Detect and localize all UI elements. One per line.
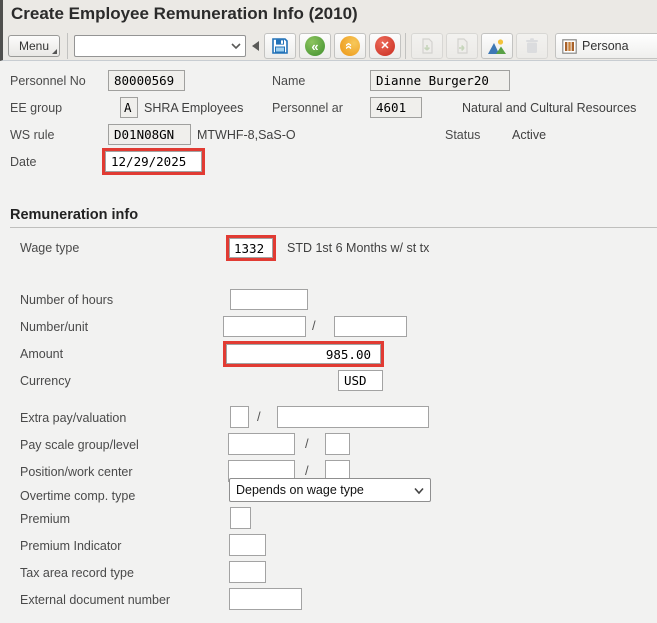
- slash-separator: /: [305, 436, 309, 451]
- cancel-icon: ✕: [375, 36, 395, 56]
- toolbar-separator: [67, 33, 68, 59]
- header-bar: Create Employee Remuneration Info (2010)…: [0, 0, 657, 61]
- save-icon: [270, 36, 290, 56]
- ee-group-description: SHRA Employees: [144, 101, 243, 115]
- back-icon: «: [305, 36, 325, 56]
- ws-rule-field[interactable]: [108, 124, 191, 145]
- next-record-icon: [453, 37, 471, 55]
- premium-indicator-field[interactable]: [229, 534, 266, 556]
- external-document-number-label: External document number: [20, 593, 170, 607]
- premium-label: Premium: [20, 512, 70, 526]
- pay-scale-group-level-label: Pay scale group/level: [20, 438, 139, 452]
- ee-group-field[interactable]: [120, 97, 138, 118]
- annotation-box-amount: [223, 341, 384, 367]
- trash-icon: [524, 37, 540, 55]
- currency-label: Currency: [20, 374, 71, 388]
- status-label: Status: [445, 128, 480, 142]
- section-divider: [10, 227, 657, 228]
- date-field[interactable]: [105, 151, 202, 172]
- copy-record-button: [411, 33, 443, 59]
- amount-field[interactable]: [226, 344, 381, 364]
- name-label: Name: [272, 74, 305, 88]
- overview-mountains-icon: [487, 38, 507, 55]
- number-unit-field-2[interactable]: [334, 316, 407, 337]
- ws-rule-description: MTWHF-8,SaS-O: [197, 128, 296, 142]
- menu-button-label: Menu: [19, 39, 49, 53]
- slash-separator: /: [305, 463, 309, 478]
- exit-button[interactable]: «: [334, 33, 366, 59]
- premium-indicator-label: Premium Indicator: [20, 539, 121, 553]
- personal-data-button-label: Persona: [582, 39, 629, 53]
- back-button[interactable]: «: [299, 33, 331, 59]
- personnel-area-description: Natural and Cultural Resources: [462, 101, 636, 115]
- extra-pay-field-2[interactable]: [277, 406, 429, 428]
- personnel-area-label: Personnel ar: [272, 101, 343, 115]
- overtime-comp-type-label: Overtime comp. type: [20, 489, 135, 503]
- external-document-number-field[interactable]: [229, 588, 302, 610]
- personal-data-button[interactable]: Persona: [555, 33, 657, 59]
- ee-group-label: EE group: [10, 101, 62, 115]
- personnel-no-label: Personnel No: [10, 74, 86, 88]
- amount-label: Amount: [20, 347, 63, 361]
- premium-field[interactable]: [230, 507, 251, 529]
- menu-button[interactable]: Menu: [8, 35, 60, 57]
- currency-field[interactable]: [338, 370, 383, 391]
- personnel-no-field[interactable]: [108, 70, 185, 91]
- delete-button: [516, 33, 548, 59]
- status-value: Active: [512, 128, 546, 142]
- wage-type-description: STD 1st 6 Months w/ st tx: [287, 241, 429, 255]
- number-unit-field-1[interactable]: [223, 316, 306, 337]
- pay-scale-field-1[interactable]: [228, 433, 295, 455]
- command-input[interactable]: [74, 35, 246, 57]
- page-title: Create Employee Remuneration Info (2010): [11, 4, 358, 24]
- personnel-area-field[interactable]: [370, 97, 422, 118]
- date-label: Date: [10, 155, 36, 169]
- overtime-comp-type-select[interactable]: Depends on wage type: [229, 478, 431, 502]
- collapse-left-icon[interactable]: [252, 41, 259, 51]
- annotation-box-date: [102, 148, 205, 175]
- position-work-center-label: Position/work center: [20, 465, 133, 479]
- slash-separator: /: [312, 318, 316, 333]
- command-field-wrap: [74, 35, 246, 57]
- extra-pay-valuation-label: Extra pay/valuation: [20, 411, 126, 425]
- wage-type-label: Wage type: [20, 241, 79, 255]
- sap-window: Create Employee Remuneration Info (2010)…: [0, 0, 657, 623]
- copy-record-icon: [418, 37, 436, 55]
- tax-area-record-type-label: Tax area record type: [20, 566, 134, 580]
- slash-separator: /: [257, 409, 261, 424]
- personal-data-icon: [562, 39, 577, 54]
- ws-rule-label: WS rule: [10, 128, 54, 142]
- save-button[interactable]: [264, 33, 296, 59]
- number-of-hours-label: Number of hours: [20, 293, 113, 307]
- toolbar-separator: [405, 33, 406, 59]
- tax-area-record-type-field[interactable]: [229, 561, 266, 583]
- overview-button[interactable]: [481, 33, 513, 59]
- overtime-comp-type-wrap: Depends on wage type: [229, 478, 431, 502]
- number-of-hours-field[interactable]: [230, 289, 308, 310]
- name-field[interactable]: [370, 70, 510, 91]
- cancel-button[interactable]: ✕: [369, 33, 401, 59]
- wage-type-field[interactable]: [229, 238, 273, 258]
- section-heading: Remuneration info: [10, 207, 138, 223]
- menu-corner-icon: [52, 49, 57, 54]
- number-unit-label: Number/unit: [20, 320, 88, 334]
- exit-icon: «: [340, 36, 360, 56]
- annotation-box-wage-type: [226, 235, 276, 261]
- extra-pay-field-1[interactable]: [230, 406, 249, 428]
- next-record-button: [446, 33, 478, 59]
- pay-scale-field-2[interactable]: [325, 433, 350, 455]
